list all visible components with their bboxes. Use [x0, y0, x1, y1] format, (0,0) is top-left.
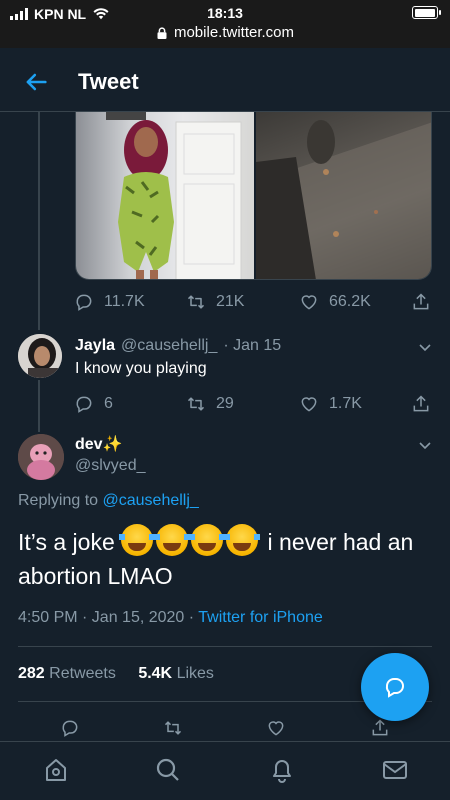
clock: 18:13 [207, 5, 243, 21]
author-handle: @slvyed_ [75, 457, 146, 474]
reply-count: 11.7K [104, 293, 145, 310]
avatar[interactable] [18, 334, 62, 378]
avatar-jayla [18, 334, 62, 378]
sparkles-emoji: ✨ [102, 436, 123, 453]
likes-label: Likes [176, 665, 214, 682]
chevron-down-icon[interactable] [418, 340, 432, 354]
like-icon [301, 397, 317, 412]
engagement-stats: 282 Retweets 5.4K Likes [18, 665, 214, 683]
share-icon[interactable] [370, 718, 390, 738]
author-name: dev [75, 436, 103, 453]
reply-count: 6 [104, 395, 113, 412]
person-photo [106, 112, 242, 279]
address-bar[interactable]: mobile.twitter.com [0, 24, 450, 41]
author-name[interactable]: Jayla [75, 337, 115, 355]
home-icon[interactable] [42, 756, 70, 784]
retweet-action[interactable]: 21K [186, 292, 244, 312]
tweet-timestamp[interactable]: 4:50 PM · Jan 15, 2020 · [18, 609, 194, 626]
retweet-icon [187, 397, 205, 411]
like-icon[interactable] [266, 718, 286, 738]
like-icon [301, 295, 317, 310]
laughing-emoji [224, 524, 261, 556]
media-photo-left[interactable] [76, 112, 254, 279]
tweet-media[interactable] [75, 112, 432, 280]
reply-icon [76, 294, 92, 311]
like-count: 1.7K [329, 395, 362, 412]
laughing-emoji [119, 524, 156, 556]
retweet-count: 21K [216, 293, 245, 310]
share-action[interactable] [411, 394, 431, 414]
avatar[interactable] [18, 434, 64, 480]
retweet-icon[interactable] [163, 718, 183, 738]
replying-handle-link[interactable]: @causehellj_ [103, 492, 199, 509]
prev-tweet-actions: 11.7K 21K 66.2K [0, 290, 450, 314]
back-arrow-icon[interactable] [22, 68, 50, 96]
reply-action[interactable]: 6 [74, 394, 113, 414]
author-handle[interactable]: @causehellj_ [121, 337, 217, 355]
reply-icon[interactable] [60, 718, 80, 738]
page-header: Tweet [0, 52, 450, 112]
tweet-text: I know you playing [75, 360, 207, 377]
like-action[interactable]: 66.2K [299, 292, 371, 312]
media-photo-right[interactable] [256, 112, 431, 279]
main-author[interactable]: dev✨ @slvyed_ [75, 434, 146, 475]
floor-photo [256, 120, 431, 279]
like-action[interactable]: 1.7K [299, 394, 362, 414]
laughing-emoji [154, 524, 191, 556]
retweet-count: 29 [216, 395, 234, 412]
divider [18, 646, 432, 647]
likes-stat[interactable]: 5.4K Likes [138, 665, 214, 682]
page-title: Tweet [78, 69, 139, 94]
lock-icon [157, 26, 167, 39]
retweet-icon [187, 295, 205, 309]
replying-prefix: Replying to [18, 492, 99, 509]
reply-icon [76, 396, 92, 413]
tweet-meta: 4:50 PM · Jan 15, 2020 · Twitter for iPh… [18, 609, 323, 627]
like-count: 66.2K [329, 293, 371, 310]
bottom-nav [0, 741, 450, 800]
retweets-label: Retweets [49, 665, 116, 682]
reply-action[interactable]: 11.7K [74, 292, 145, 312]
url-text: mobile.twitter.com [173, 24, 295, 41]
compose-reply-icon [385, 678, 404, 698]
notifications-icon[interactable] [268, 756, 296, 784]
tweet-source[interactable]: Twitter for iPhone [198, 609, 323, 626]
tweet-text-before: It’s a joke [18, 529, 115, 555]
main-tweet-actions [0, 718, 450, 740]
compose-reply-button[interactable] [361, 653, 429, 721]
reply-actions: 6 29 1.7K [0, 392, 450, 416]
share-icon [413, 395, 429, 412]
retweets-stat[interactable]: 282 Retweets [18, 665, 116, 682]
messages-icon[interactable] [381, 756, 409, 784]
status-bar: KPN NL 18:13 mobile.twitter.com [0, 0, 450, 48]
laughing-emoji [189, 524, 226, 556]
reply-header: Jayla @causehellj_ · Jan 15 [75, 337, 281, 355]
share-icon [413, 293, 429, 310]
battery-icon [412, 6, 441, 19]
avatar-dev [18, 434, 64, 480]
tweet-date[interactable]: · Jan 15 [223, 337, 281, 355]
retweet-action[interactable]: 29 [186, 394, 234, 414]
tweet-body: It’s a joke i never had an abortion LMAO [18, 524, 432, 593]
like-total: 5.4K [138, 665, 173, 682]
search-icon[interactable] [154, 756, 182, 784]
replying-to: Replying to @causehellj_ [18, 492, 199, 510]
retweet-total: 282 [18, 665, 45, 682]
chevron-down-icon[interactable] [418, 438, 432, 452]
share-action[interactable] [411, 292, 431, 312]
